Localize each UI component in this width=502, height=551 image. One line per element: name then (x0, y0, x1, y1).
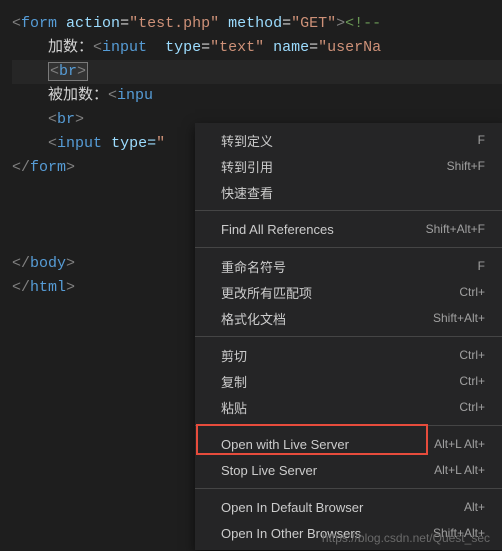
menu-separator (195, 247, 502, 248)
menu-goto-definition[interactable]: 转到定义 F (195, 127, 502, 153)
menu-open-live-server[interactable]: Open with Live Server Alt+L Alt+ (195, 431, 502, 457)
menu-paste[interactable]: 粘贴 Ctrl+ (195, 394, 502, 420)
code-line-3: <br> (12, 60, 502, 84)
code-line-1: <form action="test.php" method="GET"><!-… (12, 12, 502, 36)
menu-change-all[interactable]: 更改所有匹配项 Ctrl+ (195, 279, 502, 305)
menu-separator (195, 210, 502, 211)
code-line-4: 被加数：<inpu (12, 84, 502, 108)
menu-label: 更改所有匹配项 (221, 283, 312, 302)
menu-label: 快速查看 (221, 183, 273, 202)
menu-label: Open In Default Browser (221, 500, 363, 515)
menu-shortcut: Alt+L Alt+ (434, 463, 485, 477)
selected-br-tag: <br> (48, 62, 88, 81)
menu-separator (195, 336, 502, 337)
context-menu: 转到定义 F 转到引用 Shift+F 快速查看 Find All Refere… (195, 123, 502, 550)
menu-peek[interactable]: 快速查看 (195, 179, 502, 205)
menu-label: 粘贴 (221, 398, 247, 417)
menu-format-document[interactable]: 格式化文档 Shift+Alt+ (195, 305, 502, 331)
menu-label: 转到引用 (221, 157, 273, 176)
menu-shortcut: Alt+L Alt+ (434, 437, 485, 451)
menu-label: Stop Live Server (221, 463, 317, 478)
menu-label: Find All References (221, 222, 334, 237)
menu-shortcut: Shift+Alt+F (426, 222, 485, 236)
menu-label: 剪切 (221, 346, 247, 365)
menu-shortcut: Alt+ (464, 500, 485, 514)
menu-find-all-refs[interactable]: Find All References Shift+Alt+F (195, 216, 502, 242)
menu-goto-references[interactable]: 转到引用 Shift+F (195, 153, 502, 179)
menu-label: 复制 (221, 372, 247, 391)
menu-cut[interactable]: 剪切 Ctrl+ (195, 342, 502, 368)
menu-shortcut: Ctrl+ (459, 374, 485, 388)
menu-shortcut: Ctrl+ (459, 400, 485, 414)
menu-shortcut: F (478, 133, 485, 147)
menu-shortcut: Shift+F (447, 159, 485, 173)
menu-label: 转到定义 (221, 131, 273, 150)
menu-shortcut: Ctrl+ (459, 348, 485, 362)
menu-open-default-browser[interactable]: Open In Default Browser Alt+ (195, 494, 502, 520)
menu-shortcut: F (478, 259, 485, 273)
menu-stop-live-server[interactable]: Stop Live Server Alt+L Alt+ (195, 457, 502, 483)
menu-label: Open with Live Server (221, 437, 349, 452)
menu-separator (195, 425, 502, 426)
menu-copy[interactable]: 复制 Ctrl+ (195, 368, 502, 394)
menu-rename-symbol[interactable]: 重命名符号 F (195, 253, 502, 279)
menu-shortcut: Shift+Alt+ (433, 311, 485, 325)
menu-separator (195, 488, 502, 489)
watermark-text: https://blog.csdn.net/Quest_sec (322, 531, 490, 545)
menu-label: 格式化文档 (221, 309, 286, 328)
menu-label: 重命名符号 (221, 257, 286, 276)
code-line-2: 加数：<input type="text" name="userNa (12, 36, 502, 60)
menu-shortcut: Ctrl+ (459, 285, 485, 299)
